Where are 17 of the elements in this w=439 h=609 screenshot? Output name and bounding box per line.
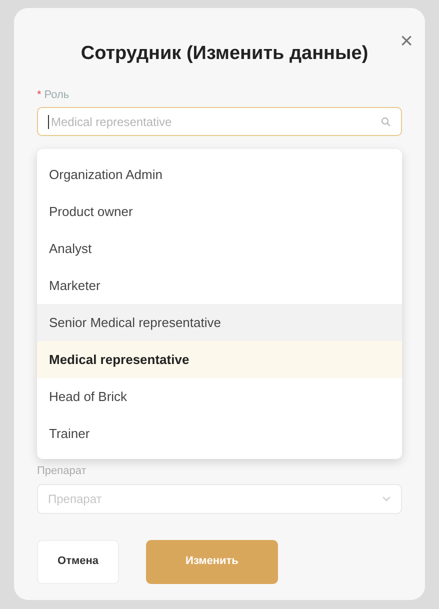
- required-mark: *: [37, 88, 42, 102]
- field-label: Препарат: [37, 464, 86, 479]
- chevron-down-icon: [382, 496, 391, 502]
- close-button[interactable]: ×: [400, 30, 413, 52]
- dropdown-option[interactable]: Analyst: [37, 230, 402, 267]
- select-placeholder: Препарат: [48, 490, 102, 508]
- dropdown-option[interactable]: Organization Admin: [37, 156, 402, 193]
- dropdown-option[interactable]: Trainer: [37, 415, 402, 452]
- cancel-button[interactable]: Отмена: [37, 540, 119, 584]
- field-label: Роль: [44, 88, 70, 102]
- dropdown-option[interactable]: Head of Brick: [37, 378, 402, 415]
- dropdown-option[interactable]: Senior Medical representative: [37, 304, 402, 341]
- dialog-title: Сотрудник (Изменить данные): [80, 42, 368, 66]
- dropdown-option[interactable]: Product owner: [37, 193, 402, 230]
- search-icon: [381, 116, 391, 126]
- dropdown-option[interactable]: Medical representative: [37, 341, 402, 378]
- dropdown-option[interactable]: Marketer: [37, 267, 402, 304]
